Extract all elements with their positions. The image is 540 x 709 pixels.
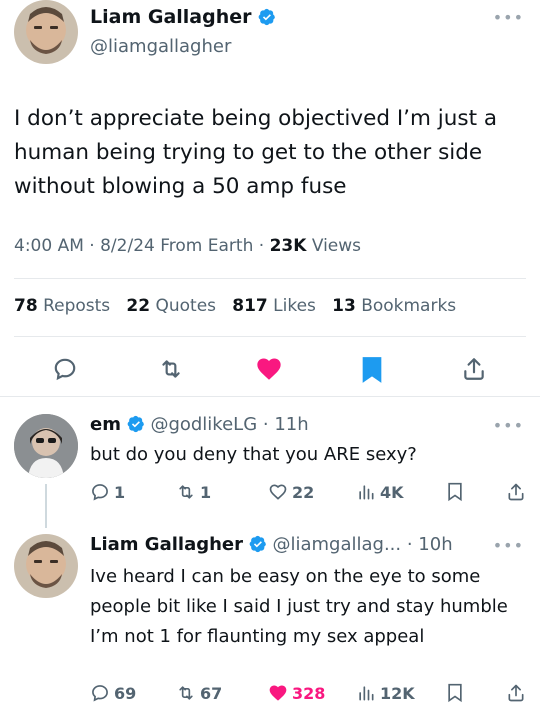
author-handle[interactable]: @liamgallagher <box>90 36 231 57</box>
views-button[interactable]: 12K <box>356 683 415 703</box>
reply-handle[interactable]: @godlikeLG <box>150 414 257 435</box>
divider <box>14 336 526 337</box>
more-icon[interactable]: ••• <box>493 8 524 27</box>
like-count: 328 <box>292 683 326 703</box>
bookmark-icon <box>448 482 462 502</box>
quotes-stat[interactable]: 22 Quotes <box>126 296 216 316</box>
verified-icon <box>258 8 275 26</box>
tweet-source: From Earth <box>160 236 254 256</box>
tweet-date[interactable]: 8/2/24 <box>100 236 155 256</box>
views-icon <box>359 686 374 701</box>
like-icon <box>269 685 287 701</box>
reply-count: 1 <box>114 482 126 502</box>
reply-icon <box>54 358 76 381</box>
bookmarks-label: Bookmarks <box>361 296 457 316</box>
tweet-time[interactable]: 4:00 AM <box>14 236 84 256</box>
bookmark-icon <box>362 357 382 383</box>
author-avatar-image <box>14 0 78 64</box>
thread-line <box>45 484 47 528</box>
reply-count: 69 <box>114 683 137 703</box>
reply-header: em @godlikeLG · 11h <box>90 414 309 435</box>
views-count: 23K <box>269 236 307 256</box>
reply-icon <box>92 685 108 702</box>
reposts-count: 78 <box>14 296 38 316</box>
reply-button[interactable]: 1 <box>90 482 125 502</box>
quotes-count: 22 <box>126 296 151 316</box>
repost-count: 1 <box>200 482 212 502</box>
like-icon <box>269 484 287 500</box>
repost-button[interactable]: 1 <box>176 482 211 502</box>
tweet-stats: 78 Reposts 22 Quotes 817 Likes 13 Bookma… <box>14 296 456 316</box>
divider <box>14 278 526 279</box>
reply-author-name[interactable]: Liam Gallagher <box>90 534 243 555</box>
reply-header: Liam Gallagher @liamgallag... · 10h <box>90 534 453 555</box>
author-name-row[interactable]: Liam Gallagher <box>90 6 276 28</box>
like-icon <box>257 358 281 380</box>
more-icon[interactable]: ••• <box>493 536 524 555</box>
reply-avatar[interactable] <box>14 534 78 598</box>
bookmarks-stat[interactable]: 13 Bookmarks <box>332 296 456 316</box>
verified-icon <box>249 535 266 553</box>
like-count: 22 <box>292 482 315 502</box>
views-label: Views <box>311 236 362 256</box>
share-icon <box>508 684 524 702</box>
repost-icon <box>162 360 180 378</box>
view-count: 4K <box>380 482 404 502</box>
reply-text: but do you deny that you ARE sexy? <box>90 444 417 465</box>
divider <box>0 396 540 397</box>
reply-avatar[interactable] <box>14 414 78 478</box>
repost-button[interactable]: 67 <box>176 683 222 703</box>
reply-age[interactable]: 10h <box>418 534 452 555</box>
share-icon <box>508 483 524 501</box>
tweet-meta: 4:00 AM · 8/2/24 From Earth · 23K Views <box>14 236 362 256</box>
repost-icon <box>179 485 193 499</box>
author-name: Liam Gallagher <box>90 6 252 28</box>
bookmark-button[interactable] <box>446 683 464 703</box>
likes-count: 817 <box>232 296 268 316</box>
share-icon <box>464 358 484 380</box>
reposts-label: Reposts <box>43 296 111 316</box>
repost-count: 67 <box>200 683 223 703</box>
reply-avatar-image <box>14 414 78 478</box>
share-button[interactable] <box>461 355 487 387</box>
reposts-stat[interactable]: 78 Reposts <box>14 296 110 316</box>
likes-label: Likes <box>273 296 316 316</box>
like-button[interactable]: 22 <box>268 482 314 502</box>
share-button[interactable] <box>506 481 526 503</box>
views-button[interactable]: 4K <box>356 482 404 502</box>
bookmark-button[interactable] <box>360 356 384 388</box>
reply-age[interactable]: 11h <box>274 414 308 435</box>
verified-icon <box>127 415 144 433</box>
author-avatar[interactable] <box>14 0 78 64</box>
reply-button[interactable] <box>52 356 78 386</box>
bookmark-button[interactable] <box>446 482 464 502</box>
like-button[interactable]: 328 <box>268 683 325 703</box>
reply-handle[interactable]: @liamgallag... <box>272 534 401 555</box>
like-button[interactable] <box>255 355 283 387</box>
likes-stat[interactable]: 817 Likes <box>232 296 316 316</box>
share-button[interactable] <box>506 682 526 704</box>
bookmark-icon <box>448 683 462 703</box>
repost-icon <box>179 686 193 700</box>
views-icon <box>359 485 374 500</box>
tweet-text: I don’t appreciate being objectived I’m … <box>14 106 498 199</box>
repost-button[interactable] <box>158 356 184 386</box>
reply-button[interactable]: 69 <box>90 683 136 703</box>
view-count: 12K <box>380 683 415 703</box>
more-icon[interactable]: ••• <box>493 416 524 435</box>
bookmarks-count: 13 <box>332 296 356 316</box>
quotes-label: Quotes <box>155 296 217 316</box>
reply-avatar-image <box>14 534 78 598</box>
reply-icon <box>92 484 108 501</box>
reply-text: Ive heard I can be easy on the eye to so… <box>90 566 508 647</box>
reply-author-name[interactable]: em <box>90 414 121 435</box>
